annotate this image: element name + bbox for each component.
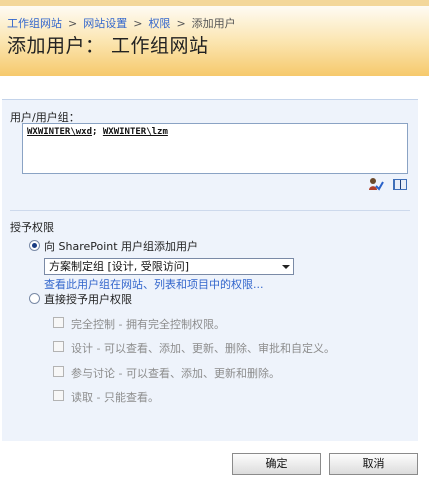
users-input[interactable]: WXWINTER\wxd; WXWINTER\lzm (22, 123, 408, 174)
chevron-down-icon[interactable] (282, 265, 290, 269)
page-title: 添加用户： 工作组网站 (7, 35, 209, 57)
add-user-panel: 用户/用户组： WXWINTER\wxd; WXWINTER\lzm 授予权限 … (2, 99, 418, 441)
header-band (0, 0, 429, 6)
ok-button[interactable]: 确定 (232, 453, 321, 475)
permission-label: 读取 - 只能查看。 (71, 391, 159, 404)
permission-label: 参与讨论 - 可以查看、添加、更新和删除。 (71, 367, 280, 380)
user-entry[interactable]: WXWINTER\lzm (103, 127, 168, 137)
check-names-icon[interactable] (368, 177, 384, 191)
permission-checkbox[interactable] (53, 317, 64, 328)
address-book-icon[interactable] (392, 178, 408, 191)
breadcrumb-separator: > (176, 17, 186, 30)
breadcrumb-link-site[interactable]: 工作组网站 (7, 17, 62, 30)
direct-permissions-radio-label[interactable]: 直接授予用户权限 (44, 291, 132, 307)
grant-permissions-label: 授予权限 (10, 221, 54, 234)
sharepoint-group-radio-label[interactable]: 向 SharePoint 用户组添加用户 (44, 238, 198, 254)
section-divider (10, 210, 410, 211)
breadcrumb-current: 添加用户 (191, 17, 236, 30)
page-header: 工作组网站 > 网站设置 > 权限 > 添加用户 添加用户： 工作组网站 (0, 0, 429, 76)
permission-checkbox[interactable] (53, 390, 64, 401)
permission-label: 完全控制 - 拥有完全控制权限。 (71, 318, 225, 331)
permission-checkbox[interactable] (53, 341, 64, 352)
breadcrumb-separator: > (133, 17, 143, 30)
cancel-button[interactable]: 取消 (329, 453, 418, 475)
direct-permissions-radio[interactable] (29, 293, 40, 304)
breadcrumb-link-settings[interactable]: 网站设置 (83, 17, 127, 30)
user-entry[interactable]: WXWINTER\wxd (27, 127, 92, 137)
view-group-permissions-link[interactable]: 查看此用户组在网站、列表和项目中的权限... (44, 276, 264, 292)
group-select[interactable]: 方案制定组 [设计, 受限访问] (44, 258, 294, 275)
sharepoint-group-radio[interactable] (29, 240, 40, 251)
breadcrumb: 工作组网站 > 网站设置 > 权限 > 添加用户 (7, 15, 236, 31)
breadcrumb-separator: > (68, 17, 78, 30)
group-select-value: 方案制定组 [设计, 受限访问] (49, 260, 190, 273)
breadcrumb-link-permissions[interactable]: 权限 (148, 17, 170, 30)
user-separator: ; (92, 127, 98, 137)
permission-label: 设计 - 可以查看、添加、更新、删除、审批和自定义。 (71, 342, 335, 355)
permission-checkbox[interactable] (53, 366, 64, 377)
